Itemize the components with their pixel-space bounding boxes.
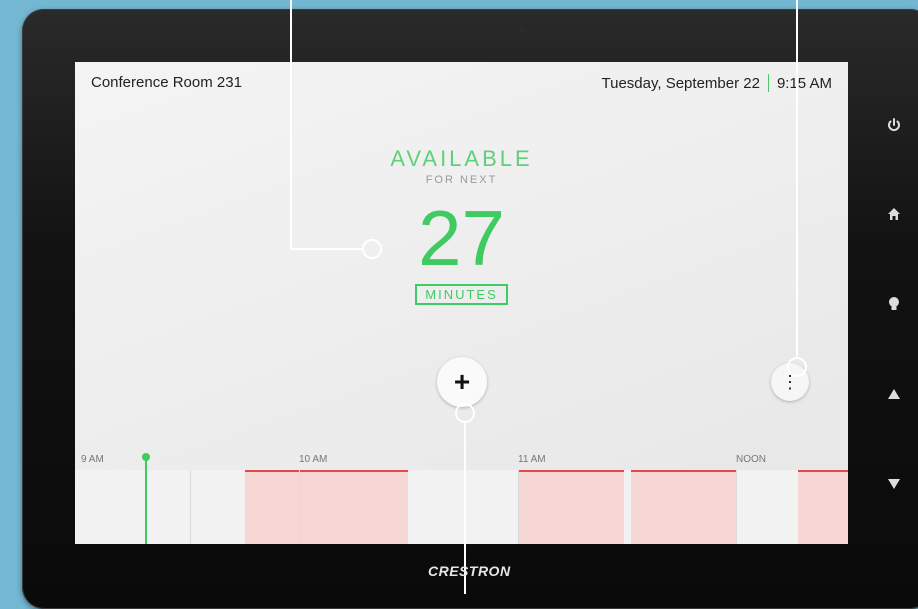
power-button[interactable]: [880, 111, 908, 139]
add-meeting-button[interactable]: +: [437, 357, 487, 407]
lightbulb-icon: [889, 297, 899, 310]
callout-line: [290, 0, 292, 250]
camera-lens: [520, 27, 525, 32]
timeline-label-noon: NOON: [736, 454, 766, 465]
callout-line: [290, 248, 364, 250]
timeline-label-9am: 9 AM: [81, 454, 104, 465]
timeline-label-10am: 10 AM: [299, 454, 328, 465]
current-date: Tuesday, September 22: [601, 74, 760, 92]
booked-block[interactable]: [798, 470, 848, 544]
down-arrow-icon: [888, 479, 900, 489]
timeline-gridline: [190, 470, 191, 544]
callout-marker: [787, 357, 807, 377]
timeline-gridline: [299, 470, 300, 544]
callout-marker: [455, 403, 475, 423]
timeline-gridline: [736, 470, 737, 544]
room-scheduling-screen: Conference Room 231 Tuesday, September 2…: [75, 62, 848, 544]
plus-icon: +: [453, 366, 471, 397]
brand-logo: CRESTRON: [428, 563, 511, 579]
home-icon: [888, 208, 900, 220]
up-button[interactable]: [880, 380, 908, 408]
timeline-gridline: [518, 470, 519, 544]
current-time-indicator: [145, 458, 147, 544]
power-icon: [888, 118, 900, 131]
callout-line: [796, 0, 798, 358]
date-time-divider: [767, 74, 769, 92]
room-name: Conference Room 231: [91, 74, 242, 91]
current-time: 9:15 AM: [776, 74, 832, 92]
minutes-label-wrap: MINUTES: [75, 284, 848, 305]
booked-block[interactable]: [631, 470, 736, 544]
minutes-remaining: 27: [418, 194, 505, 282]
schedule-timeline[interactable]: 9 AM 10 AM 11 AM NOON: [75, 450, 848, 544]
home-button[interactable]: [880, 200, 908, 228]
callout-marker: [362, 239, 382, 259]
availability-subtitle: FOR NEXT: [425, 174, 498, 186]
minutes-label: MINUTES: [415, 284, 508, 305]
availability-status: AVAILABLE: [390, 146, 533, 171]
down-button[interactable]: [880, 470, 908, 498]
lighting-button[interactable]: [880, 290, 908, 318]
current-time-dot: [142, 453, 150, 461]
booked-block[interactable]: [245, 470, 408, 544]
timeline-label-11am: 11 AM: [518, 454, 546, 465]
booked-block[interactable]: [518, 470, 624, 544]
up-arrow-icon: [888, 389, 900, 399]
